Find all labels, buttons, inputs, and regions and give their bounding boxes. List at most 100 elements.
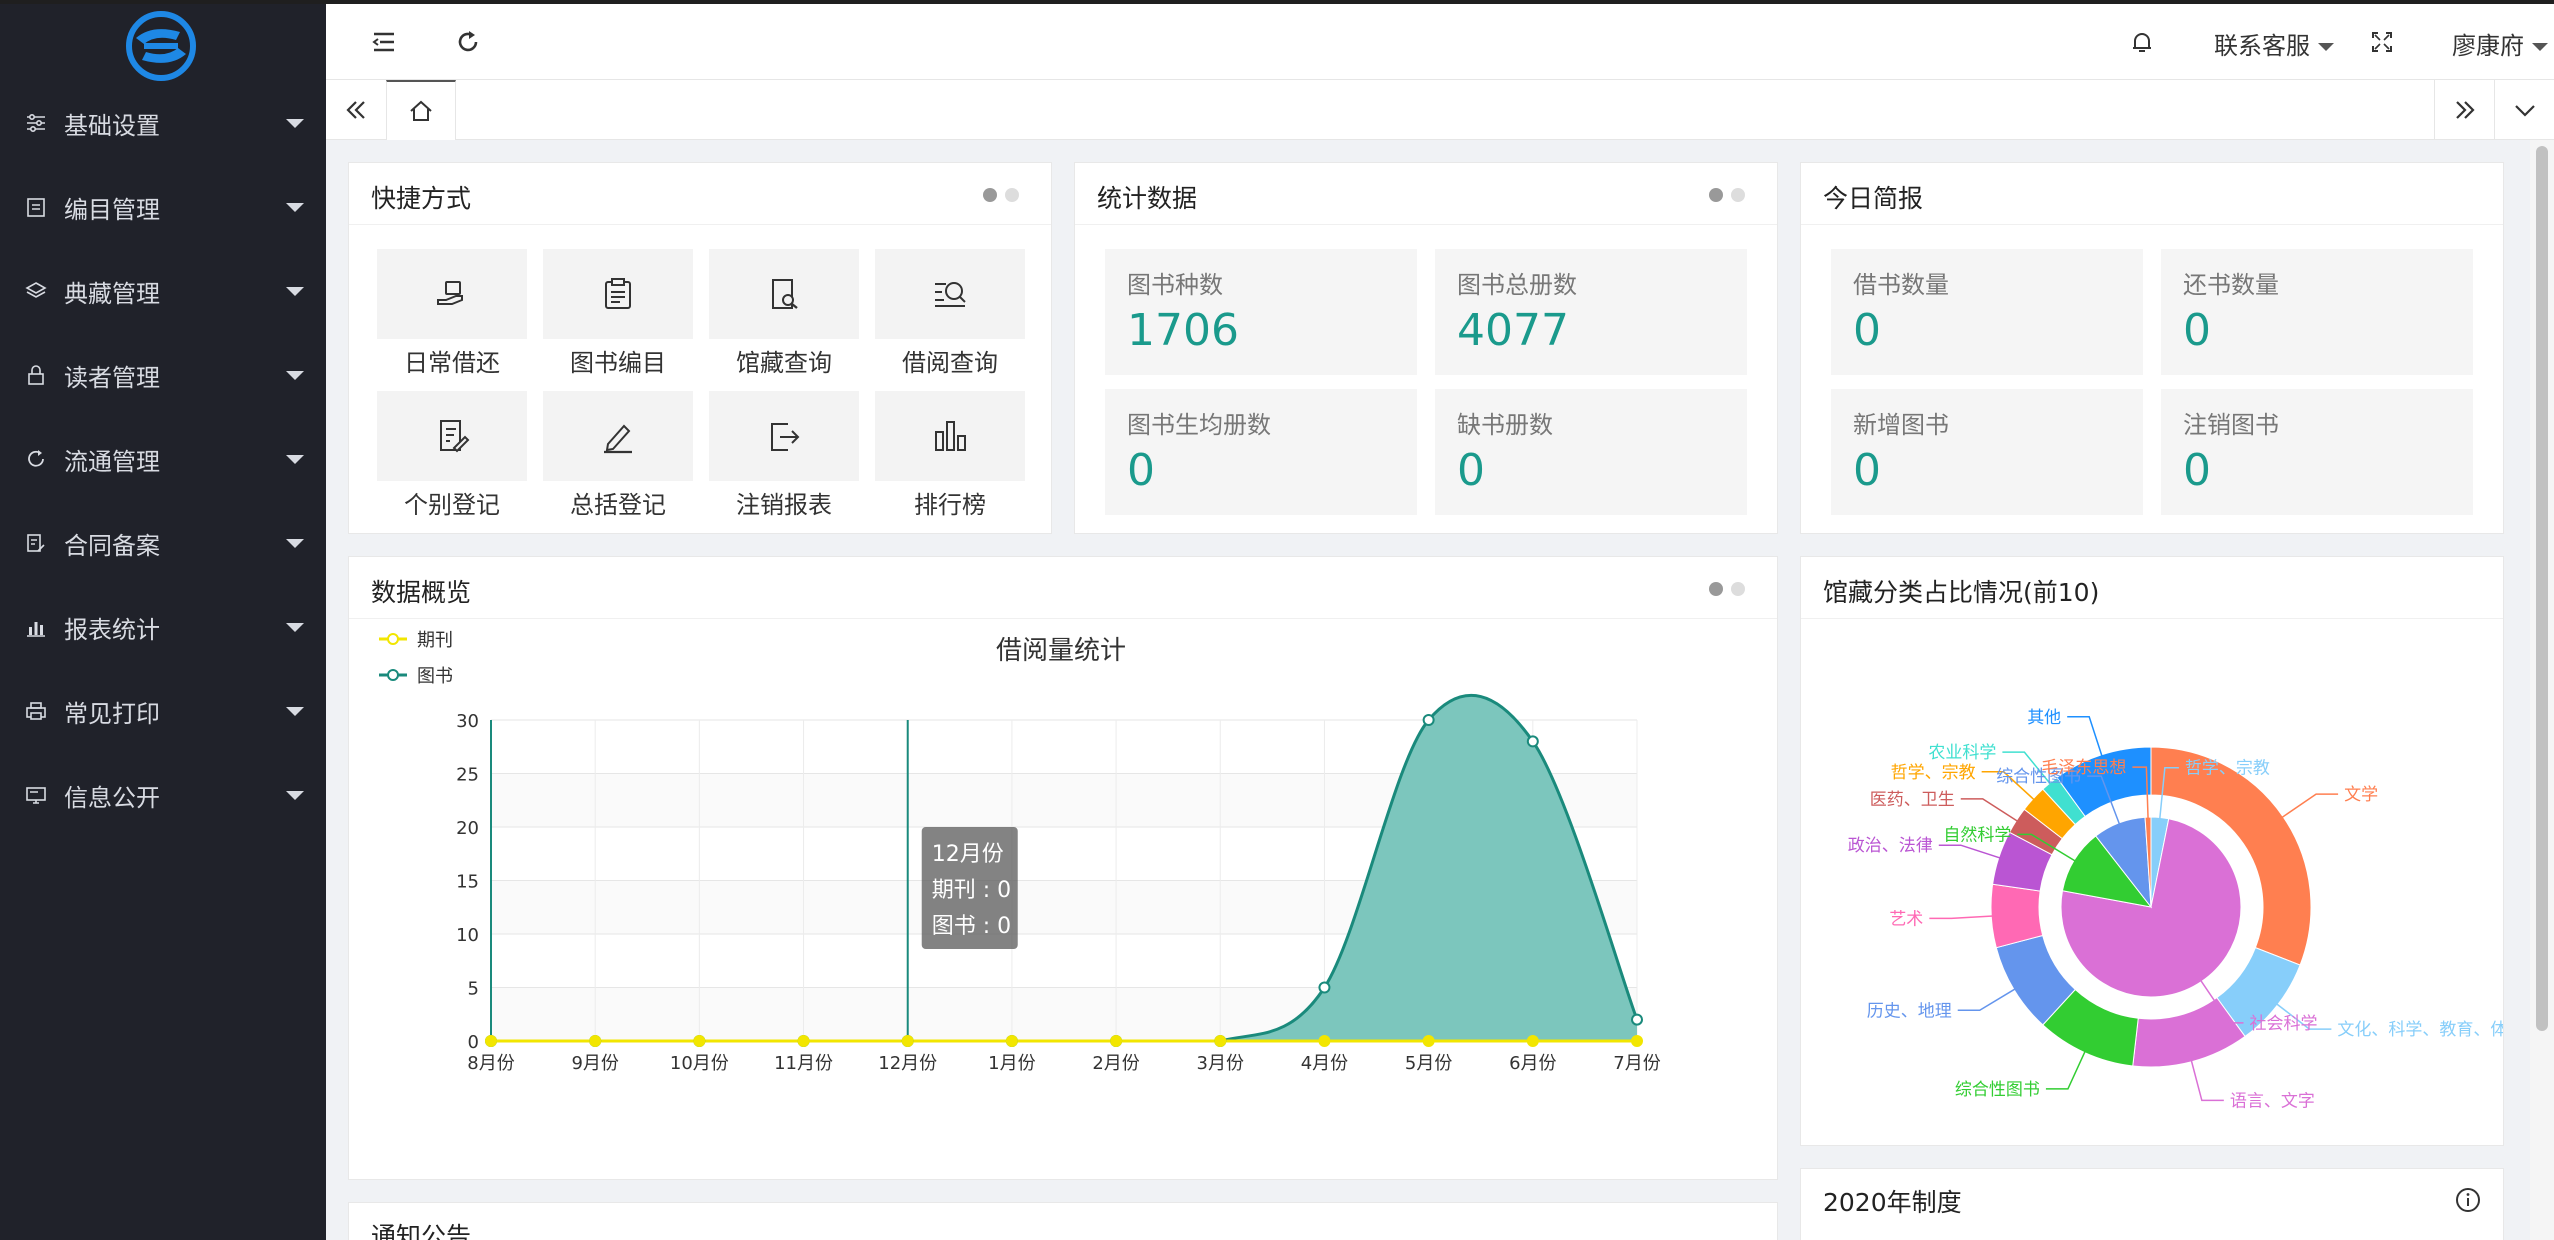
x-tick-label: 9月份 (571, 1053, 618, 1074)
data-point-期刊 (797, 1035, 810, 1047)
quick-access-card: 快捷方式 日常借还 图书编目 馆藏查询 借阅查询 个别登记 总括登记 注销报表 排行榜 (348, 162, 1052, 534)
x-tick-label: 2月份 (1092, 1053, 1139, 1074)
sidebar: 基础设置编目管理典藏管理读者管理流通管理合同备案报表统计常见打印信息公开 (0, 4, 326, 1240)
y-tick-label: 20 (456, 818, 479, 839)
legend-label: 图书 (417, 666, 453, 687)
x-tick-label: 4月份 (1301, 1053, 1348, 1074)
stat-label: 图书种数 (1127, 271, 1223, 299)
chevron-down-icon (2318, 43, 2334, 51)
double-chevron-left-icon (346, 101, 365, 119)
x-tick-label: 3月份 (1197, 1053, 1244, 1074)
hand-book-icon (437, 281, 463, 305)
carousel-dots[interactable] (1709, 188, 1745, 202)
home-icon (410, 100, 432, 121)
stat-label: 新增图书 (1853, 411, 1949, 439)
data-point-图书 (1422, 714, 1435, 726)
sidebar-item-9[interactable]: 信息公开 (0, 765, 326, 825)
quick-label[interactable]: 日常借还 (377, 343, 527, 378)
quick-pen-button[interactable] (543, 391, 693, 481)
quick-label[interactable]: 借阅查询 (875, 343, 1025, 378)
legend-marker (387, 633, 399, 645)
pie-label: 文化、科学、教育、体育 (2337, 1020, 2503, 1040)
chevron-down-icon (2532, 43, 2548, 51)
quick-label[interactable]: 总括登记 (543, 485, 693, 520)
x-tick-label: 5月份 (1405, 1053, 1452, 1074)
tooltip-line: 期刊 : 0 (932, 878, 1011, 903)
contract-icon (27, 534, 45, 552)
quick-hand-book-button[interactable] (377, 249, 527, 339)
stat-label: 还书数量 (2183, 271, 2279, 299)
stat-label: 图书生均册数 (1127, 411, 1271, 439)
stats-card: 统计数据 图书种数 1706 图书总册数 4077 图书生均册数 0 缺书册数 0 (1074, 162, 1778, 534)
sidebar-item-label: 信息公开 (64, 783, 160, 812)
user-dropdown[interactable]: 廖康府 (2452, 26, 2548, 61)
x-tick-label: 1月份 (988, 1053, 1035, 1074)
pie-leader-line (1938, 844, 2003, 860)
quick-label[interactable]: 个别登记 (377, 485, 527, 520)
tooltip-line: 图书 : 0 (932, 914, 1011, 939)
tab-bar (326, 80, 2554, 140)
x-tick-label: 6月份 (1509, 1053, 1556, 1074)
refresh-icon[interactable] (454, 28, 482, 56)
support-dropdown[interactable]: 联系客服 (2214, 26, 2334, 61)
scrollbar-thumb[interactable] (2536, 146, 2548, 1031)
stat-value: 0 (1853, 445, 1881, 496)
data-point-期刊 (1422, 1035, 1435, 1047)
sidebar-item-5[interactable]: 流通管理 (0, 429, 326, 489)
quick-doc-edit-button[interactable] (377, 391, 527, 481)
y-tick-label: 0 (468, 1032, 479, 1053)
ranking-icon (935, 421, 966, 451)
x-tick-label: 8月份 (467, 1053, 514, 1074)
pie-label: 政治、法律 (1848, 836, 1933, 856)
sidebar-item-2[interactable]: 编目管理 (0, 177, 326, 237)
quick-book-search-button[interactable] (709, 249, 859, 339)
sidebar-item-6[interactable]: 合同备案 (0, 513, 326, 573)
caret-down-icon (286, 623, 304, 632)
sidebar-item-8[interactable]: 常见打印 (0, 681, 326, 741)
tab-home[interactable] (386, 80, 456, 140)
lock-icon (28, 365, 44, 385)
card-title: 今日简报 (1823, 184, 1924, 213)
quick-list-search-button[interactable] (875, 249, 1025, 339)
sidebar-item-3[interactable]: 典藏管理 (0, 261, 326, 321)
chart-title: 借阅量统计 (996, 636, 1126, 666)
stat-value: 0 (1127, 445, 1155, 496)
quick-clipboard-button[interactable] (543, 249, 693, 339)
double-chevron-right-icon (2455, 101, 2475, 119)
pie-leader-line (2067, 716, 2104, 759)
pie-label: 社会科学 (2250, 1014, 2318, 1034)
tab-options-button[interactable] (2494, 80, 2554, 140)
quick-ranking-button[interactable] (875, 391, 1025, 481)
category-pie-chart: 文学文化、科学、教育、体育语言、文字 综合性图书 历史、地理 艺术 政治、法律 医药、卫生… (1848, 708, 2503, 1112)
stat-value: 0 (1853, 305, 1881, 356)
card-title: 统计数据 (1097, 184, 1198, 213)
menu-collapse-icon[interactable] (370, 28, 398, 56)
quick-label[interactable]: 排行榜 (875, 485, 1025, 520)
stat-value: 0 (2183, 305, 2211, 356)
quick-label[interactable]: 馆藏查询 (709, 343, 859, 378)
sidebar-item-7[interactable]: 报表统计 (0, 597, 326, 657)
y-tick-label: 10 (456, 925, 479, 946)
fullscreen-icon[interactable] (2368, 28, 2396, 56)
carousel-dots[interactable] (1709, 582, 1745, 596)
quick-label[interactable]: 注销报表 (709, 485, 859, 520)
overview-card: 数据概览 0 5 10 15 20 25 30 8月份 9月份 10月份 11月份 12月份 1月份 2月… (348, 556, 1778, 1180)
pie-label: 其他 (2027, 708, 2061, 728)
notice-card: 通知公告 (348, 1202, 1778, 1240)
pie-leader-line (1960, 798, 2021, 824)
y-tick-label: 25 (456, 765, 479, 786)
sidebar-item-4[interactable]: 读者管理 (0, 345, 326, 405)
quick-exit-button[interactable] (709, 391, 859, 481)
pie-label: 历史、地理 (1867, 1001, 1952, 1021)
tab-scroll-left-button[interactable] (326, 80, 386, 140)
data-point-期刊 (1110, 1035, 1123, 1047)
quick-label[interactable]: 图书编目 (543, 343, 693, 378)
info-icon[interactable] (2455, 1187, 2481, 1213)
sidebar-item-1[interactable]: 基础设置 (0, 93, 326, 153)
tab-scroll-right-button[interactable] (2434, 80, 2494, 140)
bar-chart-icon (27, 622, 45, 637)
bell-icon[interactable] (2128, 28, 2156, 56)
sidebar-item-label: 合同备案 (64, 531, 160, 560)
carousel-dots[interactable] (983, 188, 1019, 202)
user-name: 廖康府 (2452, 32, 2524, 60)
